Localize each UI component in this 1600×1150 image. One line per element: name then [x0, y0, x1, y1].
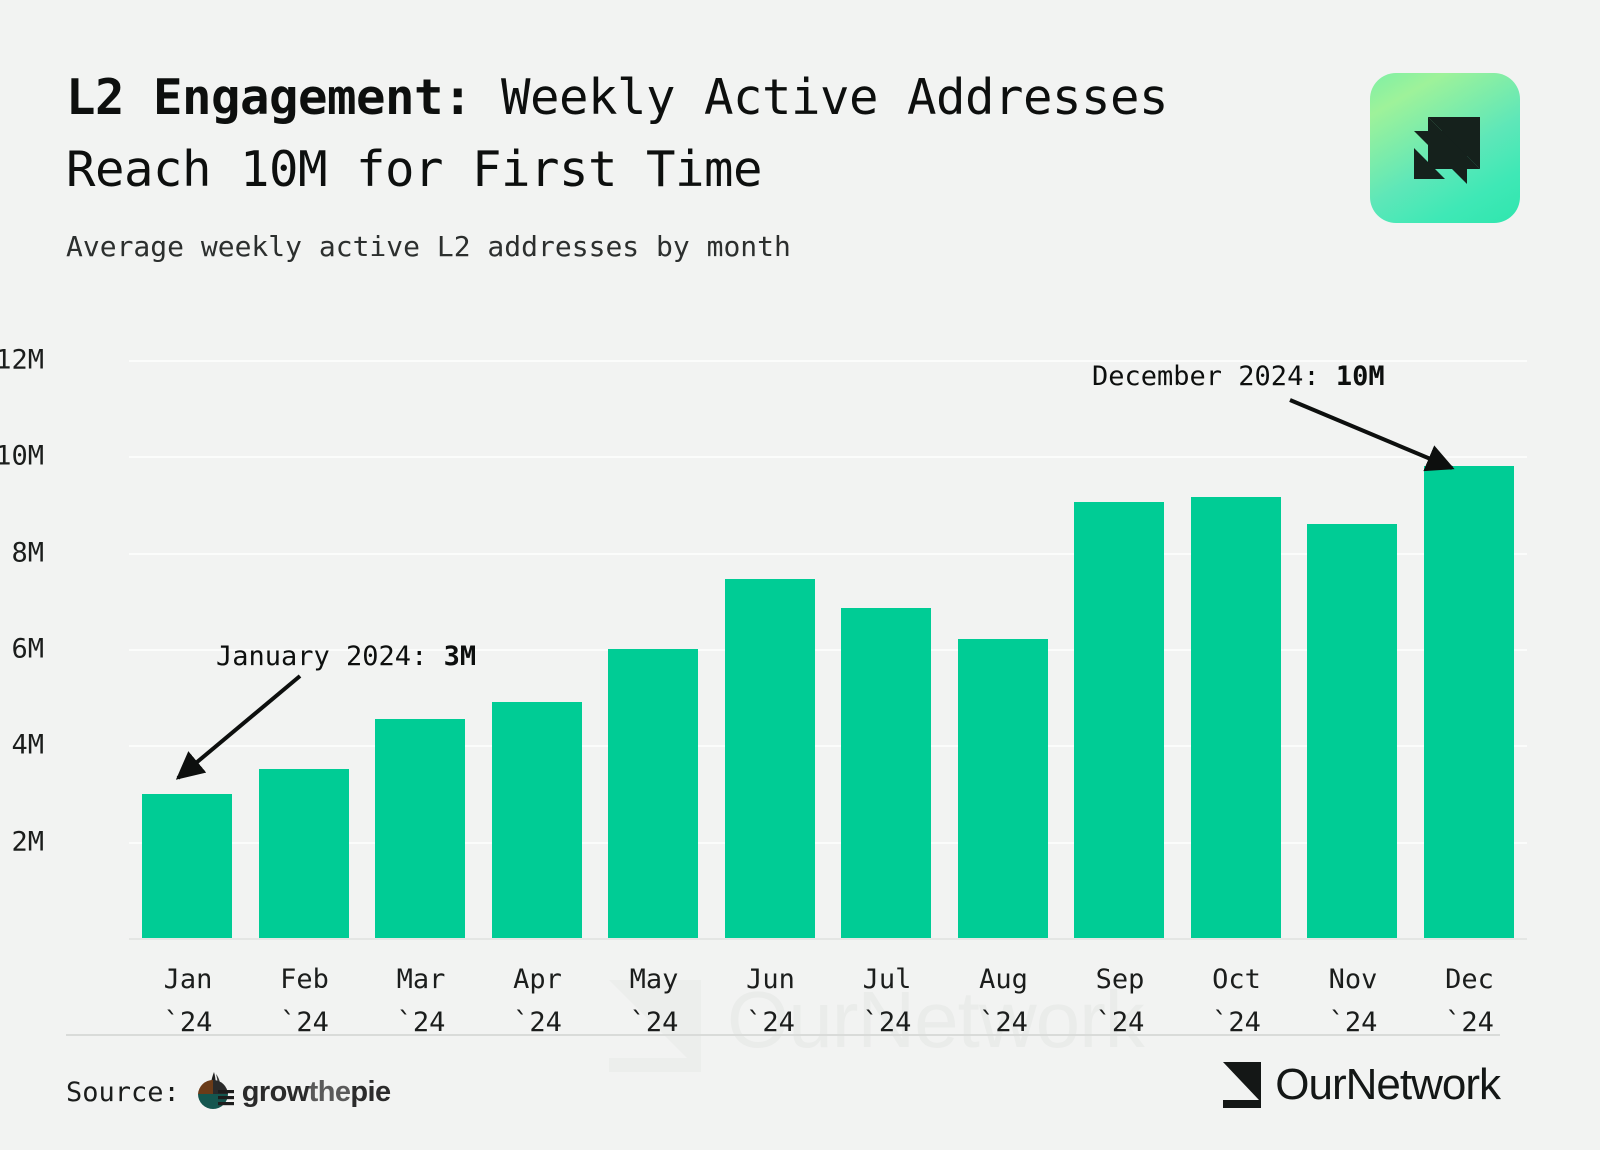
x-axis-tick-line: `24 [513, 1007, 562, 1038]
december-callout: December 2024: 10M [1092, 361, 1385, 392]
x-axis-tick-line: Jul [862, 964, 912, 995]
x-axis-tick-line: Dec [1445, 964, 1494, 995]
january-callout: January 2024: 3M [216, 641, 476, 672]
bar[interactable] [957, 639, 1048, 938]
chart-footer: Source: growthepie OurNetwork [66, 1056, 1501, 1116]
x-axis-tick-line: Sep [1095, 964, 1145, 995]
bar[interactable] [724, 579, 815, 938]
x-axis-tick-line: Nov [1328, 964, 1378, 995]
x-axis-tick-line: Aug [979, 964, 1028, 995]
bar[interactable] [841, 608, 932, 938]
growthepie-wordmark: growthepie [242, 1076, 391, 1109]
x-axis-tick-line: May [629, 964, 679, 995]
january-callout-prefix: January 2024: [216, 641, 444, 672]
x-axis-tick-line: Jun [746, 964, 795, 995]
y-axis-tick-label: 10M [0, 440, 44, 472]
bar[interactable] [1074, 502, 1165, 938]
x-axis-tick-line: `24 [1212, 1007, 1261, 1038]
x-axis-tick-line: Apr [513, 964, 562, 995]
december-callout-value: 10M [1335, 361, 1385, 392]
x-axis-tick-label: Jun `24 [712, 958, 830, 1044]
x-axis-tick-line: Oct [1212, 964, 1261, 995]
y-axis-tick-label: 4M [11, 729, 44, 761]
bar[interactable] [1307, 523, 1398, 938]
x-axis-tick-line: Feb [280, 964, 329, 995]
x-axis-tick-label: Jan `24 [129, 958, 247, 1044]
bar[interactable] [258, 769, 349, 938]
bar[interactable] [142, 793, 233, 938]
x-axis-tick-line: `24 [862, 1007, 912, 1038]
ournetwork-wordmark: OurNetwork [1275, 1060, 1501, 1109]
source-label: Source: [66, 1076, 180, 1108]
x-axis-tick-line: `24 [396, 1007, 446, 1038]
bar-chart: 2M 4M 6M 8M 10M 12M OurNetwork Jan `24 Feb `24 Ma… [0, 0, 1600, 1072]
x-axis-tick-line: `24 [163, 1007, 213, 1038]
x-axis-tick-line: `24 [979, 1007, 1028, 1038]
january-callout-value: 3M [443, 641, 477, 672]
x-axis-tick-line: `24 [629, 1007, 679, 1038]
growthepie-logo[interactable]: growthepie [194, 1070, 391, 1114]
x-axis-tick-label: Sep `24 [1061, 958, 1179, 1044]
y-axis-tick-label: 12M [0, 344, 44, 376]
bar[interactable] [375, 718, 466, 938]
december-callout-prefix: December 2024: [1092, 361, 1336, 392]
axis-baseline [129, 938, 1527, 940]
y-axis-tick-label: 6M [11, 633, 44, 665]
x-axis-tick-line: `24 [1095, 1007, 1145, 1038]
growthepie-word-pie: pie [350, 1075, 391, 1108]
growthepie-word-the: the [308, 1075, 351, 1108]
x-axis-tick-line: Mar [396, 964, 446, 995]
ournetwork-mark-icon [1223, 1062, 1262, 1108]
x-axis-tick-label: Aug `24 [945, 958, 1063, 1044]
x-axis-tick-line: `24 [746, 1007, 795, 1038]
x-axis-tick-label: Feb `24 [246, 958, 364, 1044]
x-axis-tick-label: Dec `24 [1411, 958, 1529, 1044]
x-axis-tick-line: `24 [280, 1007, 329, 1038]
x-axis-tick-label: Jul `24 [828, 958, 946, 1044]
x-axis-tick-label: Apr `24 [479, 958, 597, 1044]
bar[interactable] [1190, 497, 1281, 938]
source-attribution: Source: growthepie [66, 1070, 391, 1114]
x-axis-tick-label: Oct `24 [1178, 958, 1296, 1044]
bar[interactable] [1423, 465, 1514, 938]
x-axis-tick-label: Mar `24 [362, 958, 480, 1044]
x-axis-tick-label: May `24 [595, 958, 713, 1044]
growthepie-pie-icon [197, 1072, 234, 1109]
footer-divider [66, 1034, 1500, 1036]
x-axis-tick-line: Jan [163, 964, 213, 995]
bar[interactable] [491, 701, 582, 938]
x-axis-tick-line: `24 [1328, 1007, 1378, 1038]
bar[interactable] [608, 649, 699, 938]
growthepie-word-grow: grow [241, 1075, 309, 1108]
x-axis-tick-label: Nov `24 [1294, 958, 1412, 1044]
ournetwork-footer-brand[interactable]: OurNetwork [1219, 1060, 1501, 1110]
y-axis-tick-label: 2M [11, 826, 44, 858]
x-axis-tick-line: `24 [1445, 1007, 1494, 1038]
y-axis-tick-label: 8M [11, 537, 44, 569]
